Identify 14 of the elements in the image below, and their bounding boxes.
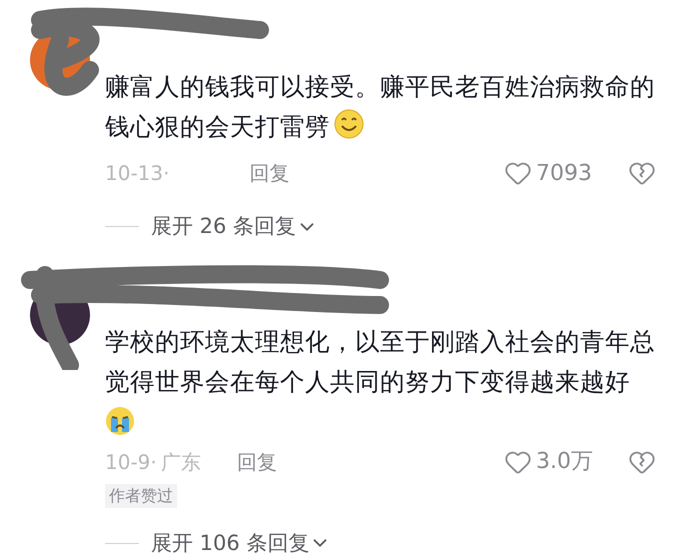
comment-date: 10-9·: [105, 448, 157, 476]
crying-emoji-icon: [105, 406, 135, 436]
like-button[interactable]: 7093: [504, 156, 604, 190]
like-button[interactable]: 3.0万: [504, 445, 604, 478]
smile-emoji-icon: [334, 109, 364, 139]
comment-location: 广东: [160, 448, 201, 476]
author-liked-badge: 作者赞过: [105, 484, 177, 508]
reply-button[interactable]: 回复: [249, 158, 290, 188]
expand-replies-button[interactable]: 展开 26 条回复: [151, 211, 318, 242]
reply-button[interactable]: 回复: [236, 446, 277, 476]
comment-date: 10-13·: [105, 160, 170, 187]
comment-text: 学校的环境太理想化，以至于刚踏入社会的青年总觉得世界会在每个人共同的努力下变得越来越好: [105, 326, 656, 398]
expand-replies-button[interactable]: 展开 106 条回复: [151, 528, 332, 559]
comment-text: 赚富人的钱我可以接受。赚平民老百姓治病救命的钱心狠的会天打雷劈: [105, 71, 656, 143]
